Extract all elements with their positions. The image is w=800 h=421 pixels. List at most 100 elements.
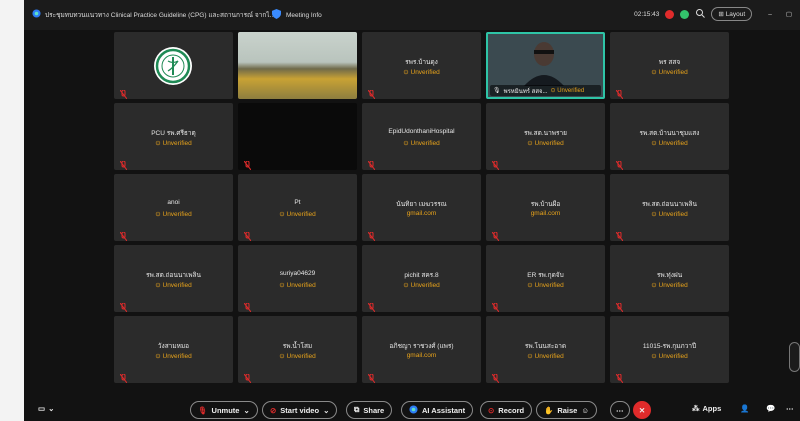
maximize-icon[interactable]: ▢ — [786, 10, 792, 18]
participant-name: EpidUdonthaniHospital — [388, 128, 455, 135]
moph-logo-icon — [154, 47, 192, 85]
close-icon: ✕ — [638, 405, 646, 415]
participant-tile[interactable]: รพ.ทุ่งฝน ⊙ Unverified — [610, 245, 729, 312]
participant-tile[interactable]: อภิชญา ราชวงศ์ (แพร) gmail.com — [362, 316, 481, 383]
participant-tile[interactable] — [114, 32, 233, 99]
mic-muted-icon — [243, 157, 252, 170]
participant-status: ⊙ Unverified — [155, 140, 192, 147]
participant-status: ⊙ Unverified — [279, 353, 316, 360]
chat-options-button[interactable]: ▭ ⌄ — [38, 404, 54, 413]
participant-tile[interactable]: พร สสจ ⊙ Unverified — [610, 32, 729, 99]
participant-name: ER รพ.กุดจับ — [527, 272, 564, 279]
hand-icon: ✋ — [544, 405, 554, 415]
layout-button[interactable]: ⊞ Layout — [711, 7, 753, 21]
participant-name: anoi — [167, 199, 180, 206]
unmute-button[interactable]: 🎙 Unmute ⌄ — [190, 401, 258, 419]
record-icon: ⊙ — [488, 405, 495, 415]
participant-tile[interactable]: anoi ⊙ Unverified — [114, 174, 233, 241]
minimize-icon[interactable]: – — [768, 11, 772, 18]
participant-status-text: Unverified — [410, 282, 440, 289]
participant-status: ⊙ Unverified — [527, 282, 564, 289]
participant-tile[interactable]: รพ.สต.ถ่อนนาเพลิน ⊙ Unverified — [610, 174, 729, 241]
participant-status: ⊙ Unverified — [651, 211, 688, 218]
ai-assistant-icon — [409, 404, 418, 416]
participant-status-text: Unverified — [162, 140, 192, 147]
participants-button[interactable]: 👤 — [740, 404, 749, 413]
grid-icon: ⊞ — [718, 11, 724, 18]
participant-tile[interactable]: pichit สคร.8 ⊙ Unverified — [362, 245, 481, 312]
share-label: Share — [363, 405, 385, 415]
participant-status: ⊙ Unverified — [155, 282, 192, 289]
more-options-button[interactable]: ⋯ — [610, 401, 630, 419]
participant-status-text: Unverified — [162, 353, 192, 360]
participant-tile[interactable]: EpidUdonthaniHospital ⊙ Unverified — [362, 103, 481, 170]
start-video-button[interactable]: ⊘ Start video ⌄ — [262, 401, 338, 419]
participant-status-text: Unverified — [286, 211, 316, 218]
ai-assistant-label: AI Assistant — [422, 405, 466, 415]
participants-icon: 👤 — [740, 404, 750, 413]
participant-name: พรหมินทร์ สสจ... — [503, 88, 548, 95]
participant-status: ⊙ Unverified — [651, 69, 688, 76]
mic-muted-icon — [491, 299, 500, 312]
mic-muted-icon — [367, 86, 376, 99]
participant-tile[interactable]: 11015-รพ.กุมภวาปี ⊙ Unverified — [610, 316, 729, 383]
raise-hand-button[interactable]: ✋ Raise ☺ — [536, 401, 598, 419]
leave-meeting-button[interactable]: ✕ — [633, 401, 651, 419]
participant-tile[interactable]: ER รพ.กุดจับ ⊙ Unverified — [486, 245, 605, 312]
participant-tile[interactable]: รพ.สต.บ้านนาชุมแสง ⊙ Unverified — [610, 103, 729, 170]
more-icon: ⋯ — [786, 404, 794, 413]
raise-label: Raise — [557, 405, 578, 415]
record-button[interactable]: ⊙ Record — [480, 401, 533, 419]
participant-tile[interactable]: รพ.โนนสะอาด ⊙ Unverified — [486, 316, 605, 383]
participant-tile-video-off[interactable] — [238, 103, 357, 170]
meeting-info-label: Meeting Info — [286, 11, 322, 19]
participant-tile[interactable]: รพร.บ้านดุง ⊙ Unverified — [362, 32, 481, 99]
mic-muted-icon — [615, 299, 624, 312]
participant-name: วังสามหมอ — [157, 343, 190, 350]
participant-status-text: Unverified — [534, 353, 564, 360]
meeting-window: ประชุมทบทวนแนวทาง Clinical Practice Guid… — [24, 0, 800, 421]
participant-tile[interactable]: รพ.น้ำโสม ⊙ Unverified — [238, 316, 357, 383]
participant-tile[interactable]: วังสามหมอ ⊙ Unverified — [114, 316, 233, 383]
participant-status: ⊙ Unverified — [527, 140, 564, 147]
participant-tile[interactable]: รพ.สต.ถ่อนนาเพลิน ⊙ Unverified — [114, 245, 233, 312]
participant-name: รพ.ทุ่งฝน — [656, 272, 683, 279]
meeting-title: ประชุมทบทวนแนวทาง Clinical Practice Guid… — [32, 9, 275, 20]
scroll-handle[interactable] — [789, 342, 800, 372]
chat-button[interactable]: 💬 — [766, 404, 775, 413]
connection-indicator-icon — [680, 9, 690, 19]
more-icon: ⋯ — [616, 405, 624, 415]
participant-status: ⊙ Unverified — [651, 353, 688, 360]
chevron-down-icon: ⌄ — [243, 405, 250, 415]
mic-muted-icon — [491, 228, 500, 241]
mic-muted-icon — [119, 299, 128, 312]
participant-tile[interactable]: รพ.บ้านผือ gmail.com — [486, 174, 605, 241]
participant-tile-video[interactable] — [238, 32, 357, 99]
participant-tile[interactable]: รพ.สต.นาพราย ⊙ Unverified — [486, 103, 605, 170]
ai-assistant-button[interactable]: AI Assistant — [401, 401, 474, 419]
participant-name: นันทิยา เมฆวรรณ — [396, 201, 447, 208]
share-button[interactable]: ⧉ Share — [346, 401, 393, 419]
zoom-icon[interactable] — [695, 8, 706, 20]
meeting-info-button[interactable]: Meeting Info — [272, 9, 322, 21]
participant-tile[interactable]: นันทิยา เมฆวรรณ gmail.com — [362, 174, 481, 241]
participant-name: รพ.น้ำโสม — [282, 343, 313, 350]
participant-status: gmail.com — [406, 210, 437, 217]
participant-status-text: Unverified — [534, 140, 564, 147]
participant-status-text: Unverified — [286, 353, 316, 360]
mic-muted-icon — [367, 157, 376, 170]
participant-status: ⊙ Unverified — [651, 282, 688, 289]
speaker-video — [524, 38, 564, 86]
mic-muted-icon — [615, 370, 624, 383]
apps-button[interactable]: ⁂ Apps — [692, 404, 721, 413]
more-panels-button[interactable]: ⋯ — [786, 404, 794, 413]
participant-tile[interactable]: suriya04629 ⊙ Unverified — [238, 245, 357, 312]
caption-icon: ▭ — [38, 404, 46, 413]
participant-tile[interactable]: PCU รพ.ศรีธาตุ ⊙ Unverified — [114, 103, 233, 170]
chevron-down-icon: ⌄ — [48, 404, 55, 413]
participant-tile[interactable]: Pt ⊙ Unverified — [238, 174, 357, 241]
desktop-edge — [0, 0, 24, 421]
participant-tile-active-speaker[interactable]: 🎙 พรหมินทร์ สสจ... ⊙ Unverified — [486, 32, 605, 99]
mic-muted-icon — [615, 86, 624, 99]
meeting-timer: 02:15:43 — [634, 10, 660, 18]
